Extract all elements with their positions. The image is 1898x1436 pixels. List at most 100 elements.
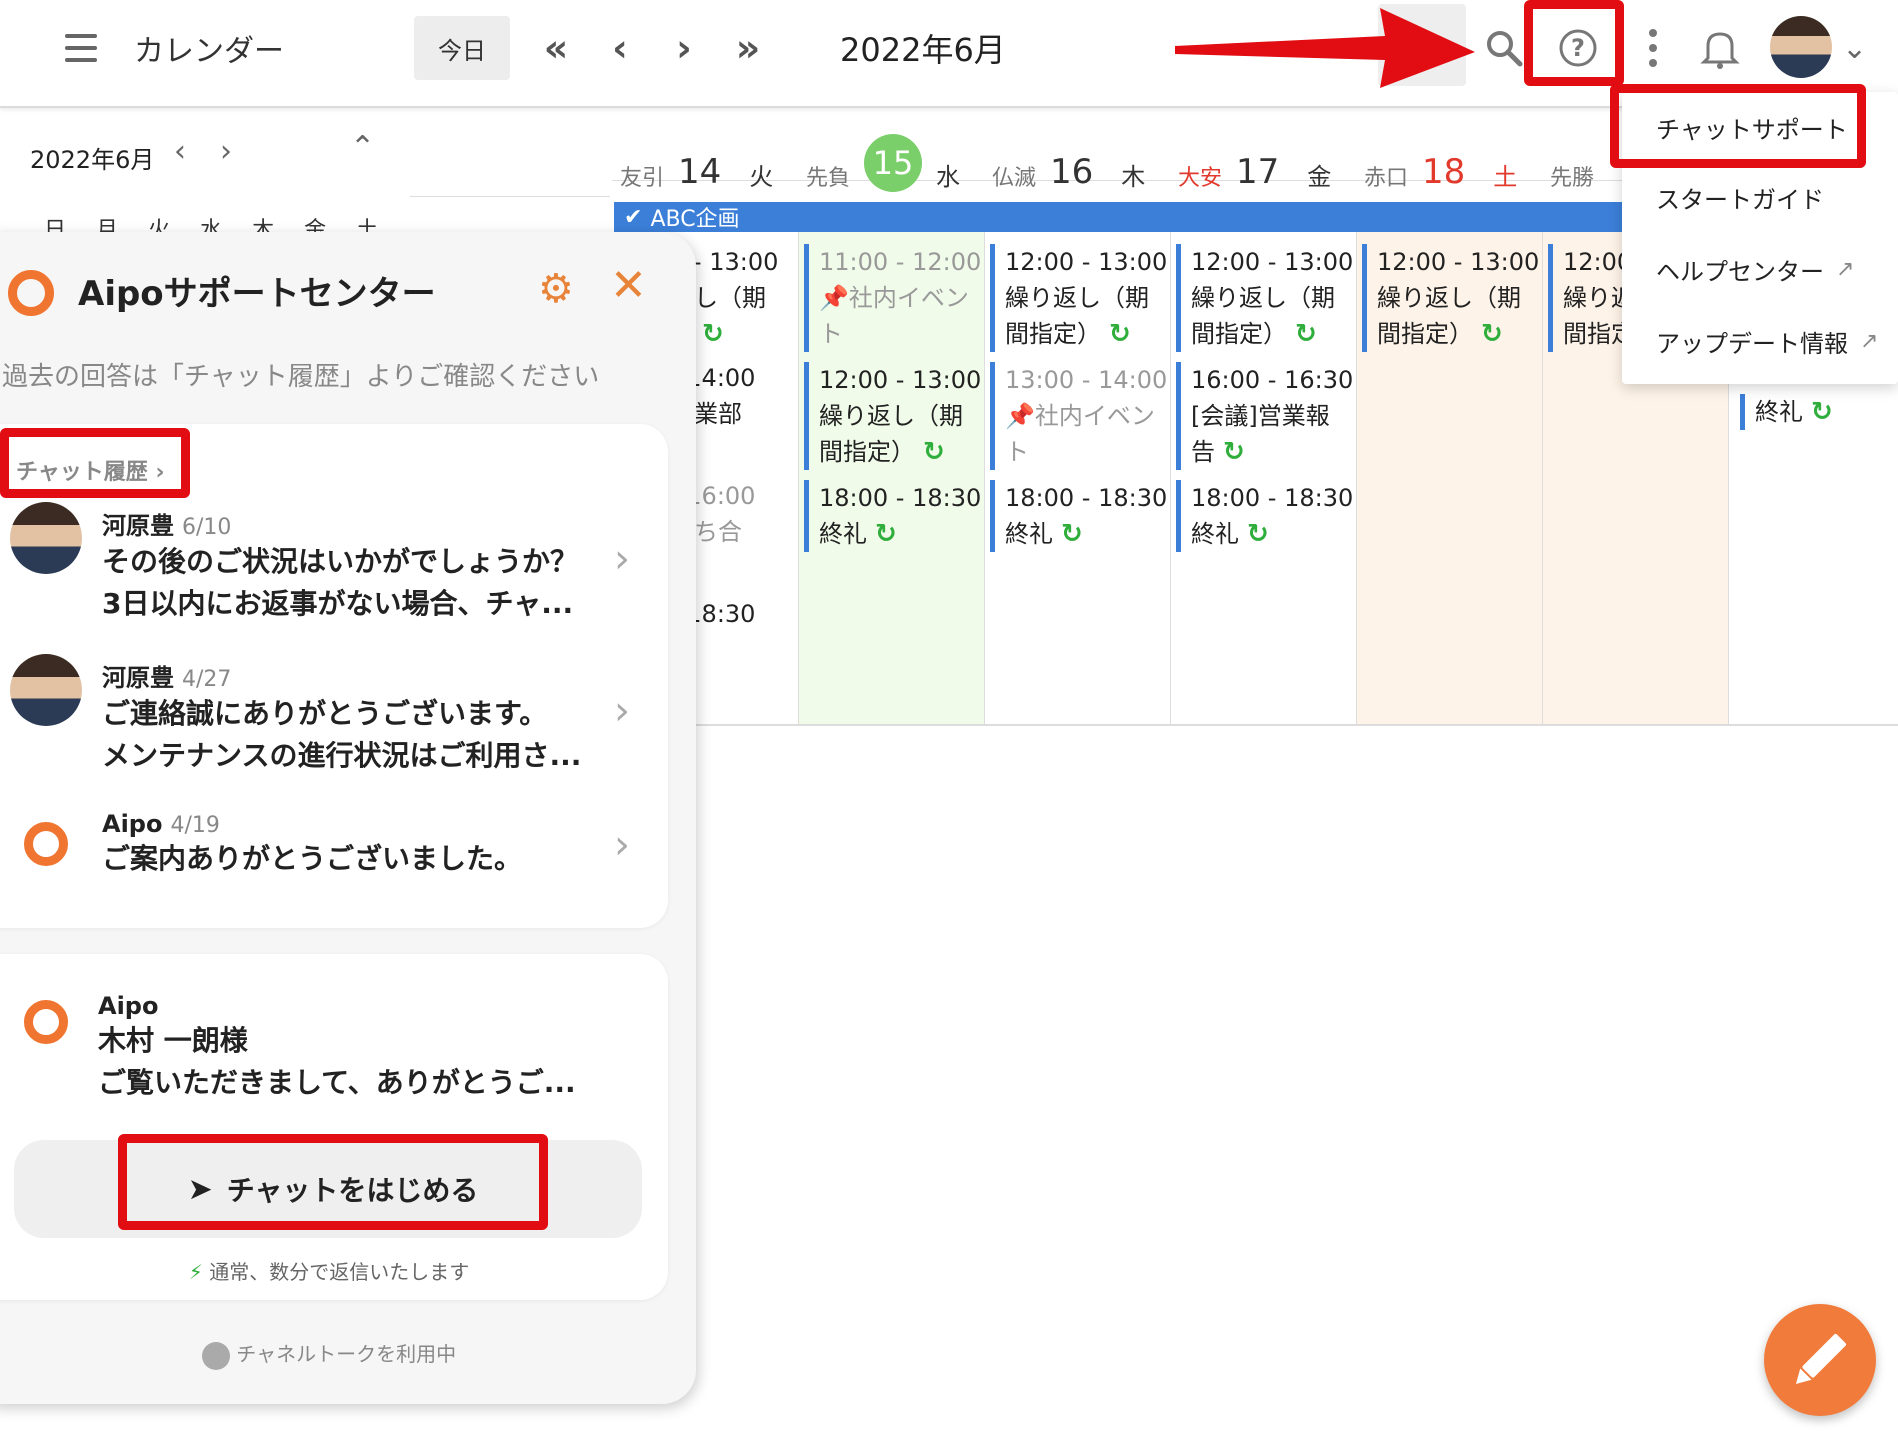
event[interactable]: 18:00 - 18:30 終礼 ↻: [804, 480, 981, 552]
event[interactable]: 18:00 - 18:30 終礼 ↻: [990, 480, 1167, 552]
grid-bottom: [612, 724, 1898, 726]
day-header[interactable]: 仏滅 16 木: [992, 140, 1145, 192]
event[interactable]: 終礼 ↻: [1740, 394, 1833, 430]
event-title: 間指定） ↻: [1191, 316, 1353, 352]
event-title: 繰り返し（期: [1191, 284, 1335, 312]
day-of-week: 木: [1121, 163, 1146, 191]
mini-next-icon[interactable]: ›: [220, 134, 232, 169]
sender-name: Aipo: [102, 810, 163, 838]
check-icon: ✔: [624, 204, 643, 230]
rokuyo: 友引: [620, 166, 665, 191]
history-item[interactable]: 河原豊 6/10 その後のご状況はいかがでしょうか？ 3日以内にお返事がない場合、…: [102, 506, 578, 625]
gear-icon[interactable]: ⚙: [538, 266, 574, 312]
chevron-right-icon: ›: [614, 536, 630, 582]
event[interactable]: 13:00 - 14:00 📌社内イベン ト: [990, 362, 1167, 470]
day-header[interactable]: 大安 17 金: [1178, 140, 1331, 192]
latest-message[interactable]: Aipo 木村 一朗様 ご覧いただきまして、ありがとうご...: [98, 992, 576, 1104]
day-number: 16: [1050, 152, 1094, 192]
sender-name: 河原豊: [102, 664, 174, 692]
sync-icon: ↻: [1295, 319, 1317, 349]
chat-history-highlight-box: [0, 428, 190, 498]
event-title-text: 終礼: [1005, 520, 1053, 548]
rokuyo: 仏滅: [992, 166, 1037, 191]
event-title: 間指定） ↻: [1377, 316, 1539, 352]
sync-icon: ↻: [702, 319, 724, 349]
event[interactable]: 12:00 繰り返 間指定: [1548, 244, 1626, 352]
app-title: カレンダー: [134, 34, 284, 69]
all-day-event-label: ABC企画: [650, 207, 740, 232]
event-time: 13:00 - 14:00: [1005, 366, 1168, 394]
day-number: 15: [864, 134, 923, 192]
aipo-logo-icon: [24, 822, 68, 866]
external-link-icon: ↗: [1836, 257, 1855, 282]
event-time: 18:00 - 18:30: [1191, 484, 1354, 512]
pointer-arrow: [1175, 8, 1475, 88]
history-item[interactable]: 河原豊 4/27 ご連絡誠にありがとうございます。 メンテナンスの進行状況はご利用…: [102, 658, 581, 777]
history-item[interactable]: Aipo 4/19 ご案内ありがとうございました。: [102, 810, 522, 880]
menu-icon[interactable]: [60, 0, 102, 96]
rokuyo: 大安: [1178, 166, 1223, 191]
sync-icon: ↻: [923, 437, 945, 467]
latest-message-card: Aipo 木村 一朗様 ご覧いただきまして、ありがとうご... ➤ チャットをは…: [0, 954, 668, 1300]
event-title-text: 終礼: [1755, 398, 1803, 426]
day-header[interactable]: 赤口 18 土: [1364, 140, 1517, 192]
event-title-cont: ト: [819, 320, 843, 348]
event-title-text: 終礼: [1191, 520, 1239, 548]
menu-item-help-center[interactable]: ヘルプセンター ↗: [1656, 252, 1854, 287]
event-title: 繰り返し（期: [1377, 284, 1521, 312]
sync-icon: ↻: [875, 519, 897, 549]
event[interactable]: 18:00 - 18:30 終礼 ↻: [1176, 480, 1353, 552]
next-button[interactable]: ›: [660, 0, 708, 96]
last-page-button[interactable]: »: [724, 0, 772, 96]
menu-item-label: ヘルプセンター: [1656, 258, 1824, 286]
pin-icon: 📌: [819, 284, 849, 312]
event-title: 📌社内イベン: [1005, 398, 1167, 434]
chevron-right-icon: ›: [614, 688, 630, 734]
event-title: 終礼 ↻: [1005, 516, 1167, 552]
menu-item-updates[interactable]: アップデート情報 ↗: [1656, 324, 1878, 359]
menu-item-start-guide[interactable]: スタートガイド: [1656, 180, 1824, 215]
pencil-icon: [1795, 1333, 1847, 1385]
event-time: 18:00 - 18:30: [1005, 484, 1168, 512]
sender-name: Aipo: [98, 992, 159, 1020]
event-title: 繰り返し（期: [819, 402, 963, 430]
event-time: 12:00 - 13:00: [1377, 248, 1540, 276]
first-page-button[interactable]: «: [532, 0, 580, 96]
avatar[interactable]: [1770, 16, 1832, 78]
event[interactable]: 12:00 - 13:00 繰り返し（期 間指定） ↻: [990, 244, 1167, 352]
event-title: 終礼 ↻: [819, 516, 981, 552]
event-time: 12:00: [1563, 248, 1626, 276]
message-date: 4/19: [170, 813, 220, 838]
day-header[interactable]: 友引 14 火: [620, 140, 773, 192]
day-header[interactable]: 先勝: [1550, 140, 1594, 192]
message-preview: メンテナンスの進行状況はご利用さ...: [102, 739, 582, 772]
message-date: 4/27: [182, 667, 232, 692]
day-of-week: 火: [749, 163, 774, 191]
event[interactable]: 11:00 - 12:00 📌社内イベン ト: [804, 244, 981, 352]
event[interactable]: 12:00 - 13:00 繰り返し（期 間指定） ↻: [1176, 244, 1353, 352]
new-event-button[interactable]: [1764, 1304, 1876, 1416]
event-time: 11:00 - 12:00: [819, 248, 982, 276]
start-chat-highlight-box: [118, 1134, 548, 1230]
help-highlight-box: [1524, 0, 1624, 86]
event-time: 12:00 - 13:00: [819, 366, 982, 394]
today-button[interactable]: 今日: [414, 16, 510, 80]
event-time: 18:00 - 18:30: [819, 484, 982, 512]
event-title: 告 ↻: [1191, 434, 1353, 470]
rokuyo: 先勝: [1550, 166, 1595, 191]
mini-prev-icon[interactable]: ‹: [174, 134, 186, 169]
chevron-down-icon[interactable]: ⌄: [1842, 0, 1867, 96]
aipo-logo-icon: [8, 270, 54, 316]
event[interactable]: 12:00 - 13:00 繰り返し（期 間指定） ↻: [804, 362, 981, 470]
chat-title: Aipoサポートセンター: [78, 274, 436, 314]
all-day-event[interactable]: ✔ ABC企画: [614, 202, 1624, 232]
event[interactable]: 12:00 - 13:00 繰り返し（期 間指定） ↻: [1362, 244, 1539, 352]
day-header-today[interactable]: 先負 15 水: [806, 134, 961, 192]
collapse-icon[interactable]: ⌃: [350, 130, 375, 165]
more-icon[interactable]: [1638, 0, 1668, 96]
bell-icon[interactable]: [1700, 0, 1740, 96]
prev-button[interactable]: ‹: [596, 0, 644, 96]
day-of-week: 水: [936, 163, 961, 191]
close-icon[interactable]: ✕: [610, 260, 647, 311]
event[interactable]: 16:00 - 16:30 [会議]営業報 告 ↻: [1176, 362, 1353, 470]
